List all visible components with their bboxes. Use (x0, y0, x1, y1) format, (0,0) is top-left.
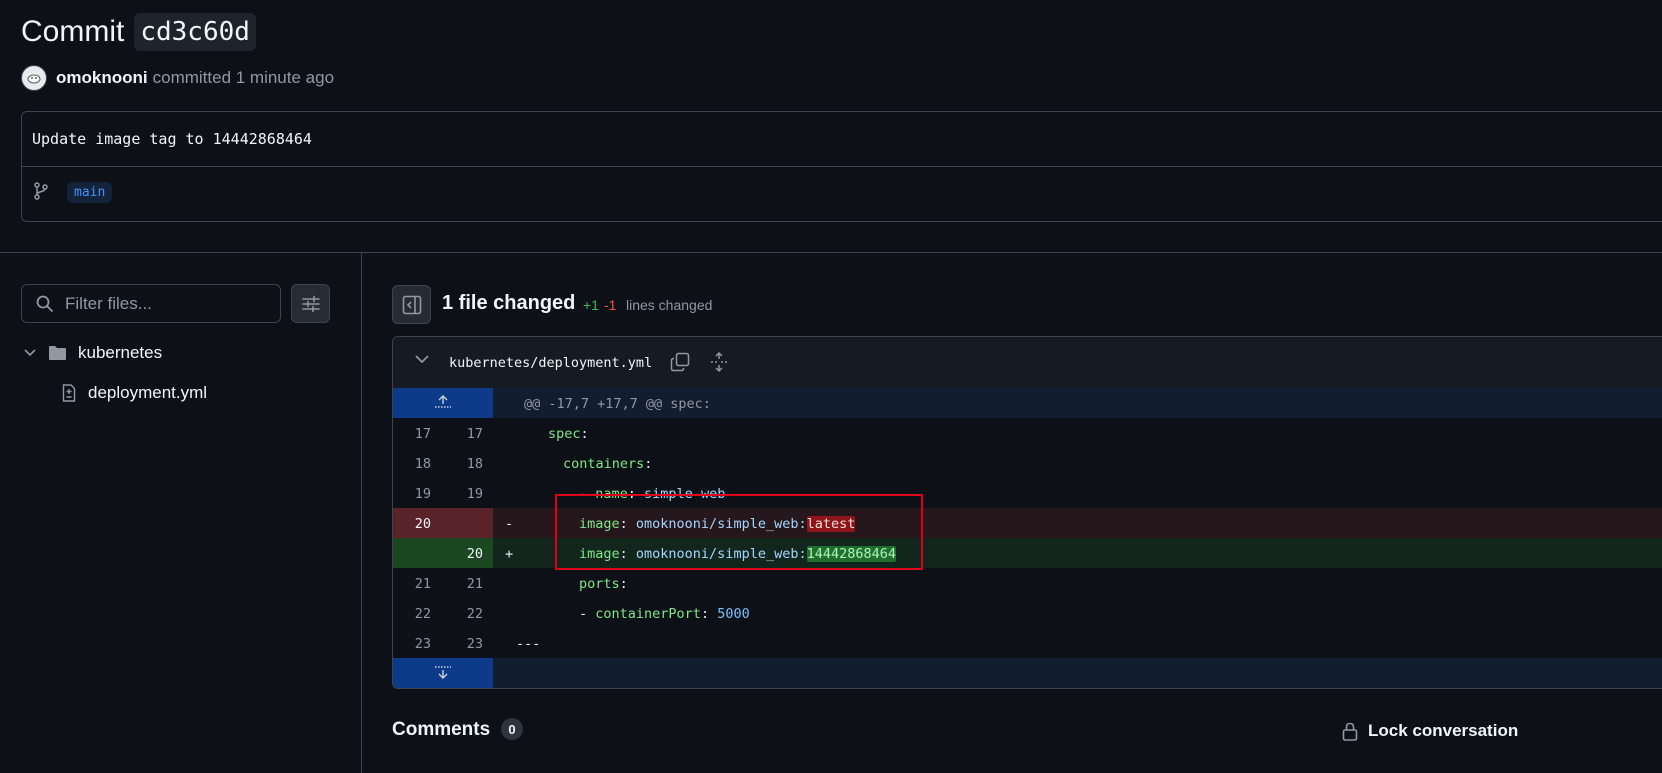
page-title: Commit cd3c60d (21, 10, 256, 54)
hunk-footer-row (393, 658, 1662, 688)
list-dash: - (579, 606, 596, 622)
diff-line: 21 21 ports: (393, 568, 1662, 598)
code-text: --- (516, 636, 541, 652)
files-changed-count: 1 file changed (442, 292, 576, 314)
diff-line: 22 22 - containerPort: 5000 (393, 598, 1662, 628)
unfold-icon[interactable] (709, 352, 729, 372)
new-line-number[interactable]: 17 (445, 426, 483, 442)
commit-message: Update image tag to 14442868464 (32, 130, 312, 148)
new-line-number[interactable]: 18 (445, 456, 483, 472)
chevron-down-icon (24, 349, 36, 357)
lock-icon (1342, 722, 1358, 741)
additions-count: +1 (583, 297, 599, 313)
yaml-key: ports (579, 576, 620, 592)
tree-file-deployment[interactable]: deployment.yml (62, 381, 207, 405)
code-line: spec: (548, 426, 589, 442)
line-number-gutter: 20 (393, 538, 493, 568)
old-line-number[interactable]: 21 (393, 576, 431, 592)
line-number-gutter: 19 19 (393, 478, 493, 508)
yaml-value: 5000 (717, 606, 750, 622)
diff-sign: - (505, 516, 514, 532)
line-number-gutter: 22 22 (393, 598, 493, 628)
code-line: ports: (579, 576, 628, 592)
comments-count-badge: 0 (501, 718, 523, 740)
expand-down-icon (433, 664, 453, 680)
expand-up-icon (433, 394, 453, 410)
avatar[interactable] (21, 65, 47, 91)
diff-line: 17 17 spec: (393, 418, 1662, 448)
code-line: containers: (563, 456, 652, 472)
title-prefix: Commit (21, 15, 125, 48)
new-line-number[interactable]: 23 (445, 636, 483, 652)
comments-heading: Comments (392, 719, 491, 740)
expand-up-button[interactable] (393, 388, 493, 418)
diff-file-path[interactable]: kubernetes/deployment.yml (449, 355, 652, 371)
commit-byline: omoknooni committed 1 minute ago (21, 65, 334, 91)
file-label: deployment.yml (88, 383, 208, 402)
deletions-count: -1 (604, 297, 617, 313)
avatar-figure-icon (27, 74, 41, 84)
yaml-separator: : (644, 456, 653, 472)
new-line-number[interactable]: 22 (445, 606, 483, 622)
lock-conversation-label: Lock conversation (1368, 721, 1519, 740)
filter-files (21, 284, 281, 323)
lock-conversation-button[interactable]: Lock conversation (1342, 719, 1518, 743)
new-line-number[interactable]: 19 (445, 486, 483, 502)
copy-icon[interactable] (670, 352, 690, 372)
collapse-file-chevron-icon[interactable] (415, 354, 429, 364)
new-line-number[interactable]: 21 (445, 576, 483, 592)
expand-down-button[interactable] (393, 658, 493, 688)
sidebar-separator (361, 253, 362, 773)
diff-sign: + (505, 546, 514, 562)
git-branch-icon (33, 182, 49, 205)
folder-icon (48, 345, 67, 361)
yaml-key: spec (548, 426, 581, 442)
search-icon (36, 295, 53, 312)
file-filter-settings-button[interactable] (291, 284, 330, 323)
filter-files-input[interactable] (63, 292, 257, 315)
line-number-gutter: 23 23 (393, 628, 493, 658)
annotation-highlight-box (555, 494, 923, 570)
line-number-gutter: 17 17 (393, 418, 493, 448)
line-number-gutter: 18 18 (393, 448, 493, 478)
yaml-separator: : (580, 426, 589, 442)
sliders-icon (301, 295, 320, 312)
tree-folder-kubernetes[interactable]: kubernetes (24, 341, 162, 365)
commit-sha[interactable]: cd3c60d (134, 13, 256, 51)
diff-line: 18 18 containers: (393, 448, 1662, 478)
old-line-number[interactable]: 19 (393, 486, 431, 502)
sidebar-toggle-icon (402, 295, 421, 314)
old-line-number[interactable]: 23 (393, 636, 431, 652)
branch-badge[interactable]: main (67, 182, 113, 203)
divider (22, 166, 1662, 167)
author-link[interactable]: omoknooni (56, 68, 148, 88)
toggle-file-tree-button[interactable] (392, 285, 431, 324)
yaml-separator: : (700, 606, 718, 622)
lines-changed-label: lines changed (626, 297, 713, 313)
committed-time: committed 1 minute ago (152, 68, 335, 87)
yaml-separator: : (619, 576, 628, 592)
diff-line: 23 23 --- (393, 628, 1662, 658)
hunk-header-text: @@ -17,7 +17,7 @@ spec: (524, 396, 711, 412)
line-number-gutter: 21 21 (393, 568, 493, 598)
yaml-key: containers (563, 456, 645, 472)
yaml-key: containerPort (595, 606, 701, 622)
code-line: - containerPort: 5000 (579, 606, 750, 622)
old-line-number[interactable]: 17 (393, 426, 431, 442)
hunk-header-row: @@ -17,7 +17,7 @@ spec: (393, 388, 1662, 418)
commit-message-box: Update image tag to 14442868464 main (21, 111, 1662, 222)
new-line-number[interactable]: 20 (445, 546, 483, 562)
header-separator (0, 252, 1662, 253)
folder-label: kubernetes (78, 343, 163, 362)
old-line-number[interactable]: 18 (393, 456, 431, 472)
old-line-number[interactable]: 22 (393, 606, 431, 622)
code-line: --- (516, 636, 540, 652)
line-number-gutter: 20 (393, 508, 493, 538)
old-line-number[interactable]: 20 (393, 516, 431, 532)
file-diff-icon (62, 384, 76, 402)
diff-file-header: kubernetes/deployment.yml (393, 337, 1662, 389)
